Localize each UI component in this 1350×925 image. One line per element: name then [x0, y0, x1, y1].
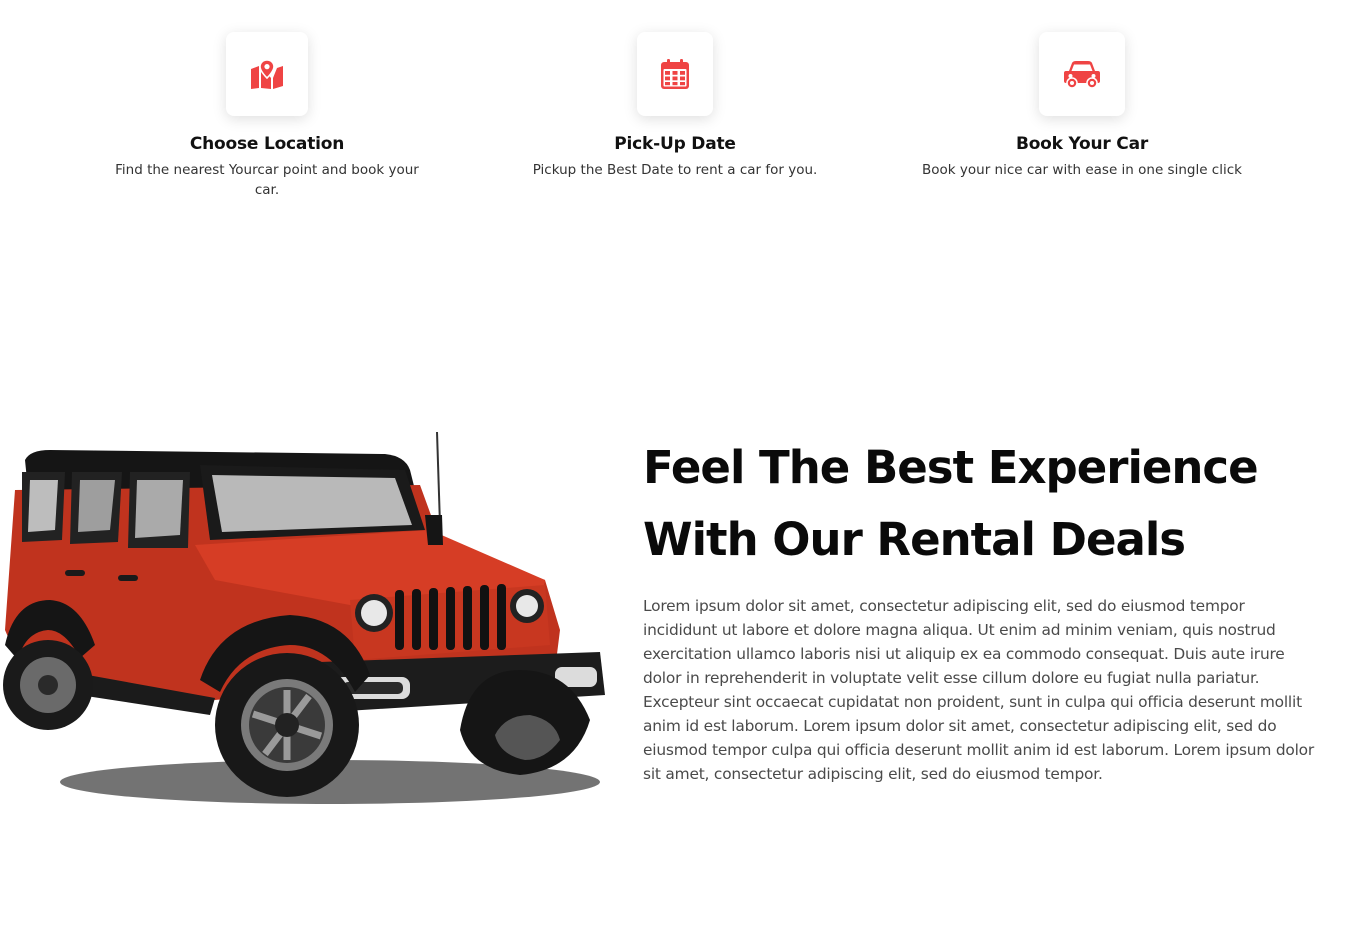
- step-title: Pick-Up Date: [614, 134, 736, 154]
- step-title: Book Your Car: [1015, 134, 1149, 154]
- step-icon-card: [226, 32, 308, 116]
- promo-headline: Feel The Best Experience With Our Rental…: [643, 432, 1323, 576]
- red-jeep-image: [0, 430, 610, 810]
- step-title: Choose Location: [189, 134, 345, 154]
- car-icon: [1063, 60, 1101, 88]
- step-description: Book your nice car with ease in one sing…: [922, 162, 1242, 178]
- headline-line-2: With Our Rental Deals: [643, 513, 1186, 566]
- page: Choose Location Find the nearest Yourcar…: [0, 0, 1350, 925]
- booking-steps-section: Choose Location Find the nearest Yourcar…: [0, 0, 1350, 230]
- step-choose-location: Choose Location Find the nearest Yourcar…: [87, 32, 447, 200]
- step-icon-card: [637, 32, 713, 116]
- step-pickup-date: Pick-Up Date Pickup the Best Date to ren…: [495, 32, 855, 180]
- step-description: Pickup the Best Date to rent a car for y…: [532, 162, 818, 178]
- step-book-car: Book Your Car Book your nice car with ea…: [902, 32, 1262, 180]
- headline-line-1: Feel The Best Experience: [643, 441, 1259, 494]
- map-pin-icon: [249, 59, 285, 89]
- step-icon-card: [1039, 32, 1125, 116]
- promo-section: Feel The Best Experience With Our Rental…: [643, 432, 1323, 786]
- step-description: Find the nearest Yourcar point and book …: [115, 162, 419, 198]
- promo-body-text: Lorem ipsum dolor sit amet, consectetur …: [643, 597, 1315, 783]
- calendar-icon: [661, 59, 689, 89]
